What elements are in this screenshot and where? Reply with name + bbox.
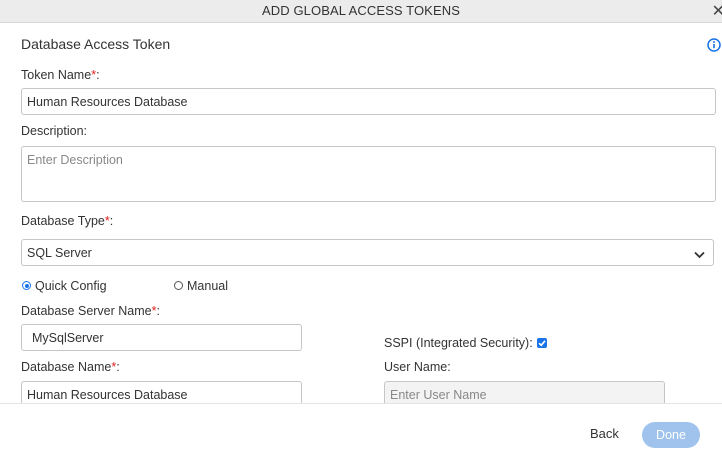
server-name-input[interactable]: MySqlServer [21,324,302,351]
database-type-select[interactable]: SQL Server [21,239,714,266]
description-label: Description: [21,124,87,138]
manual-radio[interactable] [174,281,183,290]
sspi-label: SSPI (Integrated Security): [384,336,533,350]
quick-config-radio[interactable] [22,281,31,290]
description-textarea[interactable]: Enter Description [21,146,716,202]
check-icon [538,340,546,347]
close-icon[interactable]: ✕ [712,1,722,21]
sspi-checkbox[interactable] [537,338,547,348]
dialog-titlebar: ADD GLOBAL ACCESS TOKENS ✕ [0,0,722,23]
dialog-title: ADD GLOBAL ACCESS TOKENS [262,3,460,18]
user-name-input[interactable]: Enter User Name [384,381,665,403]
server-name-label: Database Server Name*: [21,304,160,318]
database-name-input[interactable]: Human Resources Database [21,381,302,403]
token-name-label: Token Name*: [21,68,100,82]
database-type-label: Database Type*: [21,214,114,228]
done-button[interactable]: Done [642,422,700,448]
manual-label[interactable]: Manual [187,279,228,293]
database-name-label: Database Name*: [21,360,120,374]
token-name-input[interactable]: Human Resources Database [21,88,716,115]
info-circle-icon[interactable] [707,38,721,57]
chevron-down-icon [694,248,705,262]
dialog-content: Database Access Token Token Name*: Human… [0,23,722,403]
section-title: Database Access Token [21,36,171,52]
back-button[interactable]: Back [590,426,619,441]
footer-divider [0,403,722,404]
quick-config-label[interactable]: Quick Config [35,279,107,293]
user-name-label: User Name: [384,360,451,374]
